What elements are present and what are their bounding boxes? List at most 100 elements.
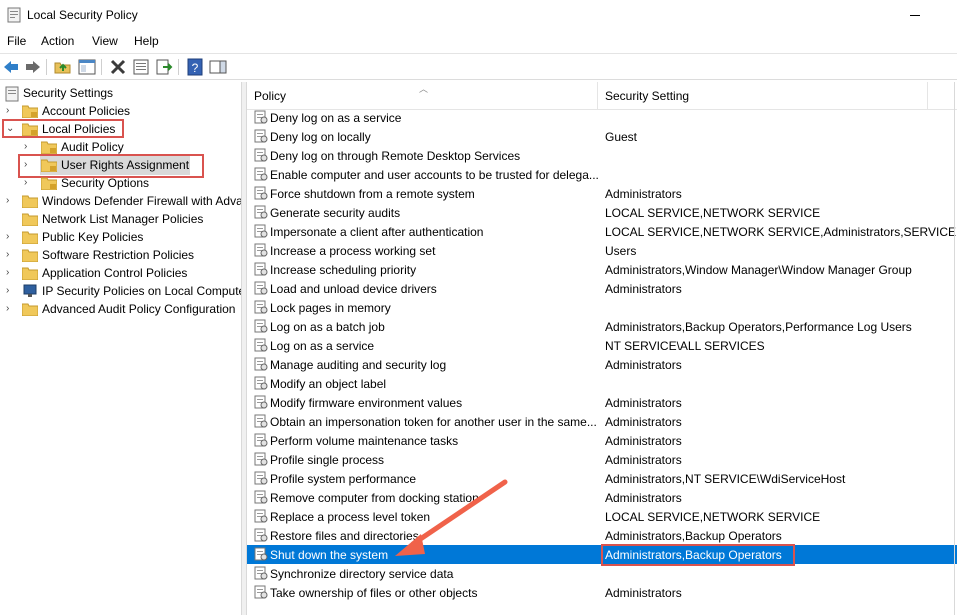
tree-item-firewall[interactable]: › Windows Defender Firewall with Adva — [0, 192, 241, 210]
show-action-pane-icon[interactable] — [209, 58, 227, 76]
chevron-right-icon[interactable]: › — [6, 249, 16, 261]
chevron-right-icon[interactable]: › — [6, 105, 16, 117]
table-row[interactable]: Increase scheduling priority Administrato… — [247, 260, 957, 279]
chevron-right-icon[interactable]: › — [6, 303, 16, 315]
policy-name: Deny log on through Remote Desktop Servi… — [270, 149, 521, 163]
tree-item-ip-security[interactable]: › IP Security Policies on Local Compute — [0, 282, 241, 300]
show-hide-tree-icon[interactable] — [78, 58, 96, 76]
table-row[interactable]: Remove computer from docking station Admi… — [247, 488, 957, 507]
security-setting-value: Administrators — [605, 415, 682, 429]
table-row[interactable]: Load and unload device drivers Administra… — [247, 279, 957, 298]
tree-item-advanced-audit[interactable]: › Advanced Audit Policy Configuration — [0, 300, 240, 318]
help-icon[interactable]: ? — [186, 58, 204, 76]
tree-root-label: Security Settings — [23, 86, 114, 100]
forward-icon[interactable] — [24, 58, 42, 76]
policy-item-icon — [254, 129, 268, 143]
table-row[interactable]: Replace a process level token LOCAL SERVI… — [247, 507, 957, 526]
column-header-policy[interactable]: Policy — [254, 89, 286, 103]
policy-item-icon — [254, 452, 268, 466]
table-row[interactable]: Profile system performance Administrators… — [247, 469, 957, 488]
table-row[interactable]: Take ownership of files or other objects… — [247, 583, 957, 602]
policy-name: Manage auditing and security log — [270, 358, 447, 372]
list-header: ︿ Policy Security Setting — [247, 82, 957, 110]
table-row[interactable]: Log on as a service NT SERVICE\ALL SERVIC… — [247, 336, 957, 355]
tree-root-security-settings[interactable]: Security Settings — [0, 84, 240, 102]
annotation-arrow — [395, 479, 508, 556]
policy-list: ︿ Policy Security Setting Deny log on as… — [246, 82, 957, 615]
table-row[interactable]: Perform volume maintenance tasks Administ… — [247, 431, 957, 450]
table-row[interactable]: Log on as a batch job Administrators,Back… — [247, 317, 957, 336]
column-header-security-setting[interactable]: Security Setting — [605, 89, 689, 103]
security-setting-value: Administrators — [605, 396, 682, 410]
table-row[interactable]: Synchronize directory service data — [247, 564, 957, 583]
folder-icon — [21, 248, 39, 263]
annotation-box-local-policies — [2, 119, 124, 138]
table-row[interactable]: Deny log on through Remote Desktop Servi… — [247, 146, 957, 165]
back-icon[interactable] — [2, 58, 20, 76]
toolbar-separator — [101, 59, 102, 75]
table-row[interactable]: Generate security audits LOCAL SERVICE,NE… — [247, 203, 957, 222]
chevron-right-icon[interactable]: › — [6, 285, 16, 297]
table-row[interactable]: Deny log on as a service — [247, 108, 957, 127]
table-row[interactable]: Obtain an impersonation token for anothe… — [247, 412, 957, 431]
tree-item-label: Network List Manager Policies — [42, 212, 204, 226]
chevron-right-icon[interactable]: › — [6, 195, 16, 207]
policy-name: Increase a process working set — [270, 244, 436, 258]
table-row[interactable]: Enable computer and user accounts to be … — [247, 165, 957, 184]
table-row[interactable]: Restore files and directories Administrat… — [247, 526, 957, 545]
export-list-icon[interactable] — [155, 58, 173, 76]
table-row[interactable]: Modify an object label — [247, 374, 957, 393]
policy-item-icon — [254, 490, 268, 504]
folder-lock-icon — [40, 140, 58, 155]
security-setting-value: Administrators,Window Manager\Window Man… — [605, 263, 912, 277]
column-divider[interactable] — [597, 82, 598, 110]
chevron-right-icon[interactable]: › — [24, 141, 34, 153]
policy-name: Generate security audits — [270, 206, 401, 220]
security-setting-value: NT SERVICE\ALL SERVICES — [605, 339, 765, 353]
pane-border — [954, 82, 955, 615]
policy-name: Deny log on locally — [270, 130, 371, 144]
folder-lock-icon — [21, 104, 39, 119]
table-row[interactable]: Modify firmware environment values Admini… — [247, 393, 957, 412]
tree-item-software-restriction[interactable]: › Software Restriction Policies — [0, 246, 240, 264]
table-row[interactable]: Lock pages in memory — [247, 298, 957, 317]
security-setting-value: LOCAL SERVICE,NETWORK SERVICE — [605, 510, 821, 524]
policy-item-icon — [254, 509, 268, 523]
policy-item-icon — [254, 471, 268, 485]
chevron-right-icon[interactable]: › — [24, 177, 34, 189]
title-bar: Local Security Policy — [0, 0, 957, 30]
up-folder-icon[interactable] — [54, 58, 72, 76]
security-setting-value: LOCAL SERVICE,NETWORK SERVICE — [605, 206, 821, 220]
policy-name: Modify firmware environment values — [270, 396, 463, 410]
menu-view[interactable]: View — [92, 34, 118, 48]
column-divider[interactable] — [927, 82, 928, 110]
chevron-right-icon[interactable]: › — [6, 267, 16, 279]
table-row[interactable]: Manage auditing and security log Administ… — [247, 355, 957, 374]
delete-icon[interactable] — [109, 58, 127, 76]
table-row[interactable]: Deny log on locally Guest — [247, 127, 957, 146]
chevron-right-icon[interactable]: › — [6, 231, 16, 243]
tree-item-app-control[interactable]: › Application Control Policies — [0, 264, 240, 282]
table-row[interactable]: Impersonate a client after authenticatio… — [247, 222, 957, 241]
tree-item-security-options[interactable]: › Security Options — [0, 174, 240, 192]
folder-icon — [21, 266, 39, 281]
table-row[interactable]: Profile single process Administrators — [247, 450, 957, 469]
table-row[interactable]: Force shutdown from a remote system Admin… — [247, 184, 957, 203]
tree-item-network-list[interactable]: Network List Manager Policies — [0, 210, 240, 228]
folder-icon — [21, 302, 39, 317]
menu-action[interactable]: Action — [41, 34, 74, 48]
tree-item-account-policies[interactable]: › Account Policies — [0, 102, 240, 120]
table-row[interactable]: Increase a process working set Users — [247, 241, 957, 260]
sort-ascending-icon: ︿ — [419, 84, 429, 94]
properties-icon[interactable] — [132, 58, 150, 76]
security-setting-value: Administrators — [605, 282, 682, 296]
policy-item-icon — [254, 110, 268, 124]
tree-item-public-key[interactable]: › Public Key Policies — [0, 228, 240, 246]
policy-name: Modify an object label — [270, 377, 387, 391]
menu-help[interactable]: Help — [134, 34, 159, 48]
minimize-icon[interactable] — [906, 6, 924, 24]
menu-file[interactable]: File — [7, 34, 26, 48]
tree-item-label: Account Policies — [42, 104, 131, 118]
policy-item-icon — [254, 528, 268, 542]
policy-item-icon — [254, 281, 268, 295]
